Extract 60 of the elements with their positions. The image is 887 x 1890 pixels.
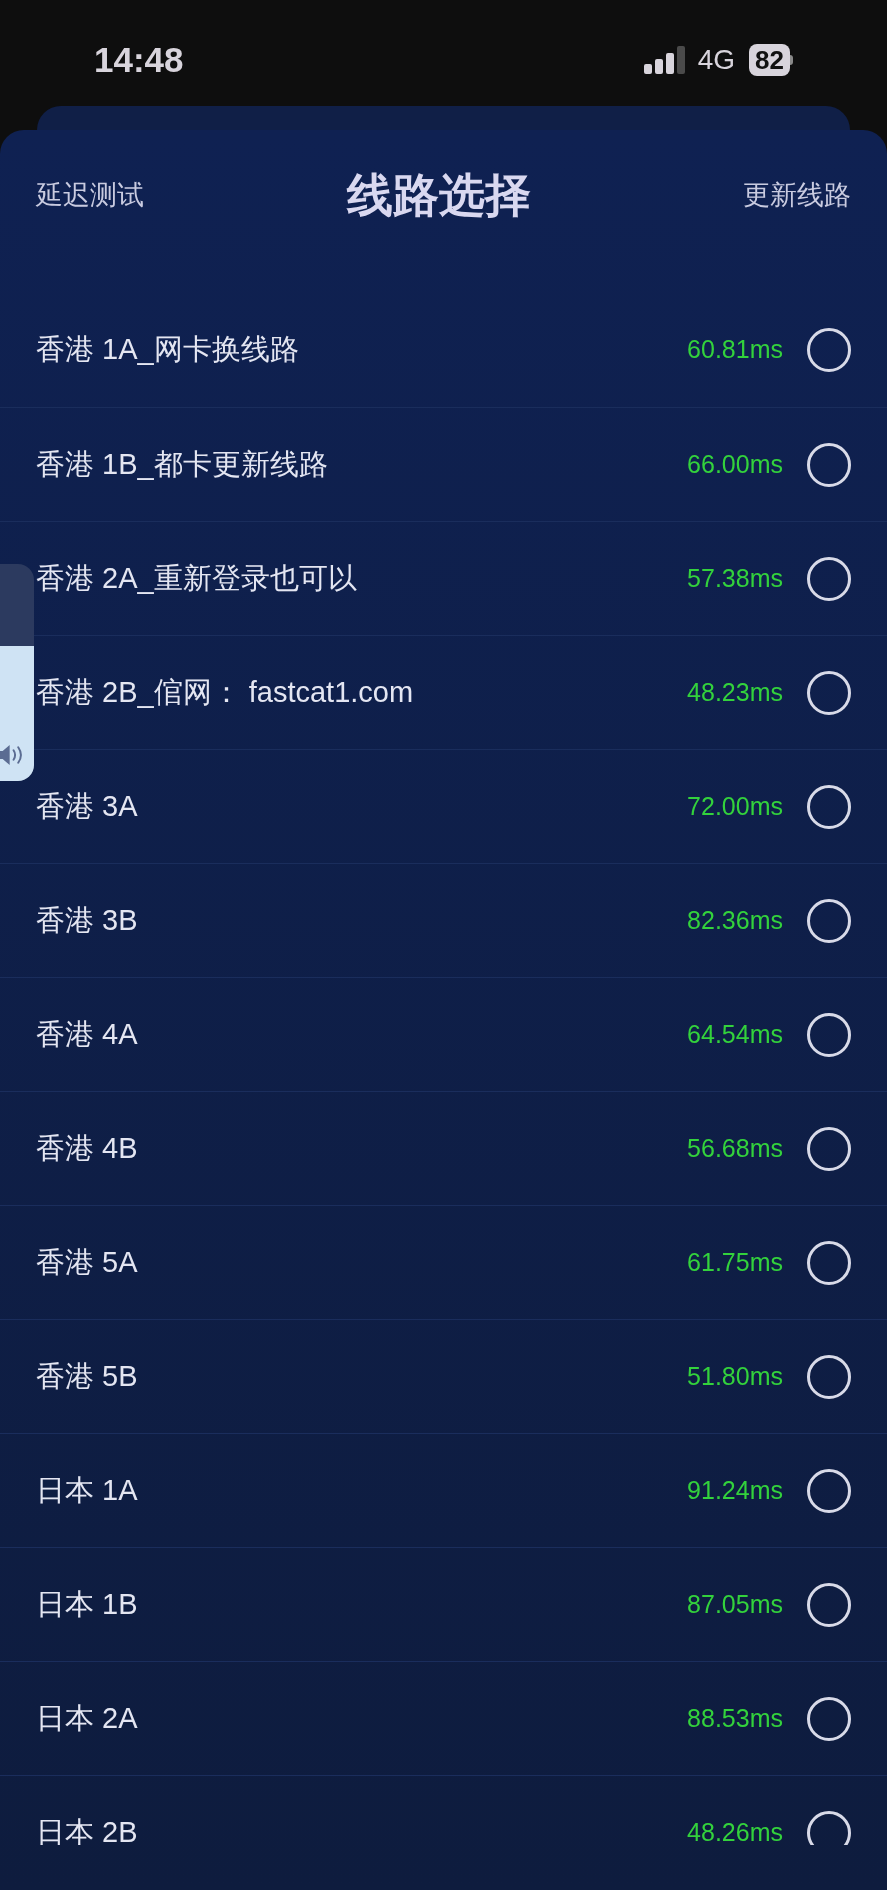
radio-button[interactable] [807,1468,851,1513]
latency-value: 64.54ms [687,1018,783,1050]
status-time: 14:48 [94,38,184,81]
route-name: 日本 1B [36,1586,138,1622]
route-name: 香港 2A_重新登录也可以 [36,560,357,596]
route-name: 香港 5B [36,1358,138,1394]
latency-value: 48.26ms [687,1816,783,1845]
route-name: 香港 2B_倌网： fastcat1.com [36,674,414,710]
route-row[interactable]: 香港 4A 64.54ms [0,977,887,1091]
radio-button[interactable] [807,328,851,372]
route-name: 香港 4B [36,1130,138,1166]
latency-test-button[interactable]: 延迟测试 [36,174,144,216]
signal-icon [643,46,688,74]
route-name: 日本 1A [36,1472,138,1508]
latency-value: 88.53ms [687,1702,783,1734]
latency-value: 48.23ms [687,676,783,708]
latency-value: 57.38ms [687,562,783,594]
route-row[interactable]: 香港 4B 56.68ms [0,1091,887,1205]
route-row[interactable]: 日本 2B 48.26ms [0,1775,887,1845]
route-row[interactable]: 日本 1A 91.24ms [0,1433,887,1547]
latency-value: 72.00ms [687,790,783,822]
latency-value: 60.81ms [687,334,783,366]
radio-button[interactable] [807,1126,851,1171]
route-row[interactable]: 香港 5B 51.80ms [0,1319,887,1433]
route-name: 香港 3A [36,788,138,824]
route-row[interactable]: 日本 1B 87.05ms [0,1547,887,1661]
radio-button[interactable] [807,898,851,943]
route-row[interactable]: 香港 3B 82.36ms [0,863,887,977]
latency-value: 87.05ms [687,1588,783,1620]
radio-button[interactable] [807,1696,851,1741]
route-name: 香港 1B_都卡更新线路 [36,446,328,482]
radio-button[interactable] [807,556,851,601]
latency-value: 66.00ms [687,448,783,480]
page-title: 线路选择 [346,167,531,223]
latency-value: 61.75ms [687,1246,783,1278]
latency-value: 51.80ms [687,1360,783,1392]
route-name: 香港 5A [36,1244,138,1280]
battery-indicator: 82 [749,44,793,76]
route-row[interactable]: 香港 1B_都卡更新线路 66.00ms [0,407,887,521]
radio-button[interactable] [807,670,851,715]
radio-button[interactable] [807,442,851,487]
radio-button[interactable] [807,1354,851,1399]
radio-button[interactable] [807,1240,851,1285]
route-row[interactable]: 香港 1A_网卡换线路 60.81ms [0,293,887,407]
latency-value: 56.68ms [687,1132,783,1164]
route-name: 日本 2A [36,1700,138,1736]
update-routes-button[interactable]: 更新线路 [743,174,851,216]
network-type: 4G [697,43,736,77]
radio-button[interactable] [807,1582,851,1627]
radio-button[interactable] [807,784,851,829]
route-name: 香港 3B [36,902,138,938]
route-row[interactable]: 日本 2A 88.53ms [0,1661,887,1775]
route-name: 香港 4A [36,1016,138,1052]
route-name: 日本 2B [36,1814,138,1845]
route-name: 香港 1A_网卡换线路 [36,332,299,368]
route-row[interactable]: 香港 5A 61.75ms [0,1205,887,1319]
radio-button[interactable] [807,1012,851,1057]
radio-button[interactable] [807,1810,851,1845]
latency-value: 82.36ms [687,904,783,936]
latency-value: 91.24ms [687,1474,783,1506]
